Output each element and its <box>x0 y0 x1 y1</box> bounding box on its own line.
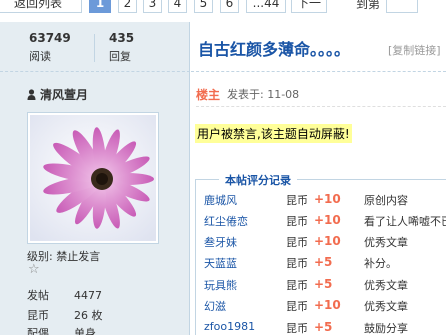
read-count-label: 阅读 <box>29 50 51 63</box>
rater-name[interactable]: 叁牙妹 <box>204 234 237 250</box>
info-coins-value: 26 枚 <box>74 309 103 322</box>
thread-stats: 63749 阅读 435 回复 <box>0 22 190 72</box>
rater-name[interactable]: 红尘倦恋 <box>204 213 248 229</box>
rating-row: 幻滋 昆币 +10 优秀文章 <box>204 298 446 318</box>
read-count: 63749 阅读 <box>29 31 71 64</box>
info-coins: 昆币 26 枚 <box>27 307 103 323</box>
next-page-button[interactable]: 下一页 <box>291 0 327 13</box>
rater-name[interactable]: 鹿城风 <box>204 192 237 208</box>
original-poster-badge: 楼主 <box>196 88 221 102</box>
info-spouse: 配偶 单身 <box>27 325 96 335</box>
back-to-list-button[interactable]: 返回列表 <box>0 0 82 13</box>
rating-reason: 原创内容 <box>364 194 408 207</box>
info-posts-label: 发帖 <box>27 289 49 302</box>
avatar-flower-image <box>30 115 156 241</box>
rating-currency: 昆币 <box>286 257 308 270</box>
thread-title: 自古红颜多薄命。。。。 <box>198 40 351 59</box>
info-posts-value: 4477 <box>74 289 102 302</box>
read-count-value: 63749 <box>29 31 71 45</box>
avatar[interactable] <box>27 112 159 244</box>
pagination-bar: 返回列表 1 2 3 4 5 6 ...44 下一页 到第 <box>0 0 446 14</box>
rating-reason: 看了让人唏嘘不已 <box>364 215 446 228</box>
jump-label: 到第 <box>356 0 381 11</box>
rating-currency: 昆币 <box>286 236 308 249</box>
page-2-link[interactable]: 2 <box>118 0 137 13</box>
rating-score: +5 <box>314 320 333 334</box>
online-status-icon <box>27 89 36 100</box>
page-3-link[interactable]: 3 <box>143 0 162 13</box>
last-page-link[interactable]: ...44 <box>246 0 286 13</box>
rating-row: 玩具熊 昆币 +5 优秀文章 <box>204 277 446 297</box>
rating-record-title: 本帖评分记录 <box>219 172 297 188</box>
banned-notice: 用户被禁言,该主题自动屏蔽! <box>195 124 352 143</box>
rating-currency: 昆币 <box>286 300 308 313</box>
star-icon: ☆ <box>28 262 40 277</box>
info-spouse-label: 配偶 <box>27 327 49 335</box>
info-coins-label: 昆币 <box>27 309 49 322</box>
rater-name[interactable]: 幻滋 <box>204 298 226 314</box>
rating-reason: 补分。 <box>364 257 397 270</box>
copy-link-button[interactable]: [复制链接] <box>388 42 441 58</box>
jump-page-input[interactable] <box>386 0 418 13</box>
thread-title-bar: 自古红颜多薄命。。。。 [复制链接] <box>191 22 446 72</box>
author-column: 63749 阅读 435 回复 清风萱月 级别: 禁止发言 ☆ 发帖 4477 … <box>0 22 190 335</box>
rating-reason: 优秀文章 <box>364 279 408 292</box>
rating-reason: 优秀文章 <box>364 236 408 249</box>
stats-divider <box>94 34 95 62</box>
reply-count-value: 435 <box>109 31 135 45</box>
rating-row: 红尘倦恋 昆币 +10 看了让人唏嘘不已 <box>204 213 446 233</box>
rating-row: 鹿城风 昆币 +10 原创内容 <box>204 192 446 212</box>
author-name-row[interactable]: 清风萱月 <box>27 86 88 103</box>
author-username[interactable]: 清风萱月 <box>40 88 88 102</box>
rater-name[interactable]: 玩具熊 <box>204 277 237 293</box>
rating-currency: 昆币 <box>286 322 308 335</box>
page-5-link[interactable]: 5 <box>194 0 213 13</box>
rating-reason: 优秀文章 <box>364 300 408 313</box>
rating-currency: 昆币 <box>286 279 308 292</box>
post-meta-divider <box>196 106 446 107</box>
info-spouse-value: 单身 <box>74 327 96 335</box>
rating-score: +5 <box>314 277 333 291</box>
info-posts: 发帖 4477 <box>27 287 102 303</box>
rating-record-box: 本帖评分记录 鹿城风 昆币 +10 原创内容 红尘倦恋 昆币 +10 看了让人唏… <box>195 172 446 335</box>
rater-name[interactable]: zfoo1981 <box>204 320 255 333</box>
rating-row: 天蓝蓝 昆币 +5 补分。 <box>204 255 446 275</box>
rating-score: +10 <box>314 298 341 312</box>
page-6-link[interactable]: 6 <box>220 0 239 13</box>
rating-score: +10 <box>314 234 341 248</box>
rating-score: +10 <box>314 192 341 206</box>
page-4-link[interactable]: 4 <box>168 0 187 13</box>
post-date: 发表于: 11-08 <box>227 88 300 101</box>
rating-currency: 昆币 <box>286 194 308 207</box>
rating-score: +10 <box>314 213 341 227</box>
reply-count: 435 回复 <box>109 31 134 64</box>
rater-name[interactable]: 天蓝蓝 <box>204 255 237 271</box>
rating-row: zfoo1981 昆币 +5 鼓励分享 <box>204 320 446 335</box>
page-1-current[interactable]: 1 <box>89 0 111 13</box>
reply-count-label: 回复 <box>109 50 131 63</box>
post-column: 自古红颜多薄命。。。。 [复制链接] 楼主 发表于: 11-08 用户被禁言,该… <box>191 22 446 335</box>
rating-currency: 昆币 <box>286 215 308 228</box>
rating-score: +5 <box>314 255 333 269</box>
rating-row: 叁牙妹 昆币 +10 优秀文章 <box>204 234 446 254</box>
rating-reason: 鼓励分享 <box>364 322 408 335</box>
